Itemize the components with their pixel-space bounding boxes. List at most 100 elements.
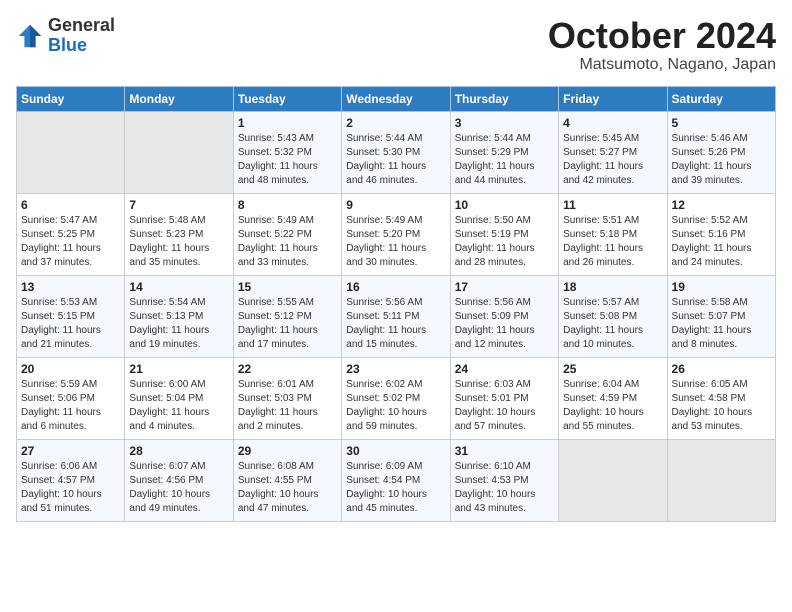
day-number: 14 (129, 280, 228, 294)
calendar-cell: 22 Sunrise: 6:01 AM Sunset: 5:03 PM Dayli… (233, 357, 341, 439)
week-row-4: 20 Sunrise: 5:59 AM Sunset: 5:06 PM Dayli… (17, 357, 776, 439)
calendar-cell (125, 111, 233, 193)
day-number: 16 (346, 280, 445, 294)
day-number: 27 (21, 444, 120, 458)
month-title: October 2024 (548, 16, 776, 56)
column-header-friday: Friday (559, 86, 667, 111)
logo-icon (16, 22, 44, 50)
calendar-cell: 20 Sunrise: 5:59 AM Sunset: 5:06 PM Dayli… (17, 357, 125, 439)
day-info: Sunrise: 5:49 AM Sunset: 5:20 PM Dayligh… (346, 214, 445, 270)
logo: General Blue (16, 16, 115, 56)
day-info: Sunrise: 5:53 AM Sunset: 5:15 PM Dayligh… (21, 296, 120, 352)
day-number: 4 (563, 116, 662, 130)
calendar-cell (17, 111, 125, 193)
day-info: Sunrise: 5:44 AM Sunset: 5:30 PM Dayligh… (346, 132, 445, 188)
day-info: Sunrise: 5:58 AM Sunset: 5:07 PM Dayligh… (672, 296, 771, 352)
column-header-wednesday: Wednesday (342, 86, 450, 111)
calendar-cell: 8 Sunrise: 5:49 AM Sunset: 5:22 PM Daylig… (233, 193, 341, 275)
calendar-cell: 25 Sunrise: 6:04 AM Sunset: 4:59 PM Dayli… (559, 357, 667, 439)
calendar-cell: 19 Sunrise: 5:58 AM Sunset: 5:07 PM Dayli… (667, 275, 775, 357)
day-info: Sunrise: 6:05 AM Sunset: 4:58 PM Dayligh… (672, 378, 771, 434)
calendar-cell: 12 Sunrise: 5:52 AM Sunset: 5:16 PM Dayli… (667, 193, 775, 275)
day-number: 31 (455, 444, 554, 458)
day-info: Sunrise: 5:54 AM Sunset: 5:13 PM Dayligh… (129, 296, 228, 352)
day-number: 17 (455, 280, 554, 294)
day-number: 2 (346, 116, 445, 130)
calendar-cell (667, 439, 775, 521)
column-header-sunday: Sunday (17, 86, 125, 111)
calendar-cell: 4Sunrise: 5:45 AM Sunset: 5:27 PM Daylig… (559, 111, 667, 193)
calendar-cell: 28 Sunrise: 6:07 AM Sunset: 4:56 PM Dayli… (125, 439, 233, 521)
calendar-cell: 30 Sunrise: 6:09 AM Sunset: 4:54 PM Dayli… (342, 439, 450, 521)
day-info: Sunrise: 5:49 AM Sunset: 5:22 PM Dayligh… (238, 214, 337, 270)
day-number: 12 (672, 198, 771, 212)
week-row-1: 1Sunrise: 5:43 AM Sunset: 5:32 PM Daylig… (17, 111, 776, 193)
day-number: 25 (563, 362, 662, 376)
day-info: Sunrise: 5:46 AM Sunset: 5:26 PM Dayligh… (672, 132, 771, 188)
day-info: Sunrise: 5:59 AM Sunset: 5:06 PM Dayligh… (21, 378, 120, 434)
day-info: Sunrise: 5:51 AM Sunset: 5:18 PM Dayligh… (563, 214, 662, 270)
calendar-table: SundayMondayTuesdayWednesdayThursdayFrid… (16, 86, 776, 522)
column-header-monday: Monday (125, 86, 233, 111)
day-info: Sunrise: 6:03 AM Sunset: 5:01 PM Dayligh… (455, 378, 554, 434)
day-number: 6 (21, 198, 120, 212)
calendar-cell (559, 439, 667, 521)
day-info: Sunrise: 5:52 AM Sunset: 5:16 PM Dayligh… (672, 214, 771, 270)
calendar-cell: 1Sunrise: 5:43 AM Sunset: 5:32 PM Daylig… (233, 111, 341, 193)
calendar-cell: 16 Sunrise: 5:56 AM Sunset: 5:11 PM Dayli… (342, 275, 450, 357)
calendar-cell: 15Sunrise: 5:55 AM Sunset: 5:12 PM Dayli… (233, 275, 341, 357)
day-info: Sunrise: 5:44 AM Sunset: 5:29 PM Dayligh… (455, 132, 554, 188)
calendar-cell: 29 Sunrise: 6:08 AM Sunset: 4:55 PM Dayli… (233, 439, 341, 521)
calendar-cell: 5 Sunrise: 5:46 AM Sunset: 5:26 PM Daylig… (667, 111, 775, 193)
day-number: 10 (455, 198, 554, 212)
day-info: Sunrise: 5:57 AM Sunset: 5:08 PM Dayligh… (563, 296, 662, 352)
day-number: 11 (563, 198, 662, 212)
day-info: Sunrise: 6:08 AM Sunset: 4:55 PM Dayligh… (238, 460, 337, 516)
calendar-cell: 10 Sunrise: 5:50 AM Sunset: 5:19 PM Dayli… (450, 193, 558, 275)
calendar-body: 1Sunrise: 5:43 AM Sunset: 5:32 PM Daylig… (17, 111, 776, 521)
day-info: Sunrise: 6:09 AM Sunset: 4:54 PM Dayligh… (346, 460, 445, 516)
day-info: Sunrise: 6:01 AM Sunset: 5:03 PM Dayligh… (238, 378, 337, 434)
day-info: Sunrise: 6:07 AM Sunset: 4:56 PM Dayligh… (129, 460, 228, 516)
day-number: 30 (346, 444, 445, 458)
day-info: Sunrise: 5:50 AM Sunset: 5:19 PM Dayligh… (455, 214, 554, 270)
column-header-saturday: Saturday (667, 86, 775, 111)
calendar-cell: 18Sunrise: 5:57 AM Sunset: 5:08 PM Dayli… (559, 275, 667, 357)
day-number: 29 (238, 444, 337, 458)
day-info: Sunrise: 5:48 AM Sunset: 5:23 PM Dayligh… (129, 214, 228, 270)
day-number: 28 (129, 444, 228, 458)
day-info: Sunrise: 6:02 AM Sunset: 5:02 PM Dayligh… (346, 378, 445, 434)
calendar-cell: 21Sunrise: 6:00 AM Sunset: 5:04 PM Dayli… (125, 357, 233, 439)
day-info: Sunrise: 6:06 AM Sunset: 4:57 PM Dayligh… (21, 460, 120, 516)
day-info: Sunrise: 5:56 AM Sunset: 5:09 PM Dayligh… (455, 296, 554, 352)
day-number: 22 (238, 362, 337, 376)
column-header-thursday: Thursday (450, 86, 558, 111)
calendar-cell: 3 Sunrise: 5:44 AM Sunset: 5:29 PM Daylig… (450, 111, 558, 193)
column-header-tuesday: Tuesday (233, 86, 341, 111)
day-number: 3 (455, 116, 554, 130)
calendar-cell: 23 Sunrise: 6:02 AM Sunset: 5:02 PM Dayli… (342, 357, 450, 439)
title-block: October 2024 Matsumoto, Nagano, Japan (548, 16, 776, 74)
day-number: 5 (672, 116, 771, 130)
week-row-2: 6 Sunrise: 5:47 AM Sunset: 5:25 PM Daylig… (17, 193, 776, 275)
day-info: Sunrise: 5:55 AM Sunset: 5:12 PM Dayligh… (238, 296, 337, 352)
logo-general-text: General (48, 15, 115, 35)
location-text: Matsumoto, Nagano, Japan (548, 56, 776, 74)
day-info: Sunrise: 6:10 AM Sunset: 4:53 PM Dayligh… (455, 460, 554, 516)
day-number: 9 (346, 198, 445, 212)
week-row-5: 27 Sunrise: 6:06 AM Sunset: 4:57 PM Dayli… (17, 439, 776, 521)
calendar-cell: 7Sunrise: 5:48 AM Sunset: 5:23 PM Daylig… (125, 193, 233, 275)
calendar-cell: 26Sunrise: 6:05 AM Sunset: 4:58 PM Dayli… (667, 357, 775, 439)
day-info: Sunrise: 5:47 AM Sunset: 5:25 PM Dayligh… (21, 214, 120, 270)
day-info: Sunrise: 6:04 AM Sunset: 4:59 PM Dayligh… (563, 378, 662, 434)
day-number: 8 (238, 198, 337, 212)
day-number: 24 (455, 362, 554, 376)
calendar-header-row: SundayMondayTuesdayWednesdayThursdayFrid… (17, 86, 776, 111)
calendar-cell: 6 Sunrise: 5:47 AM Sunset: 5:25 PM Daylig… (17, 193, 125, 275)
day-number: 23 (346, 362, 445, 376)
day-number: 21 (129, 362, 228, 376)
calendar-cell: 2 Sunrise: 5:44 AM Sunset: 5:30 PM Daylig… (342, 111, 450, 193)
day-number: 20 (21, 362, 120, 376)
day-info: Sunrise: 5:56 AM Sunset: 5:11 PM Dayligh… (346, 296, 445, 352)
day-number: 19 (672, 280, 771, 294)
